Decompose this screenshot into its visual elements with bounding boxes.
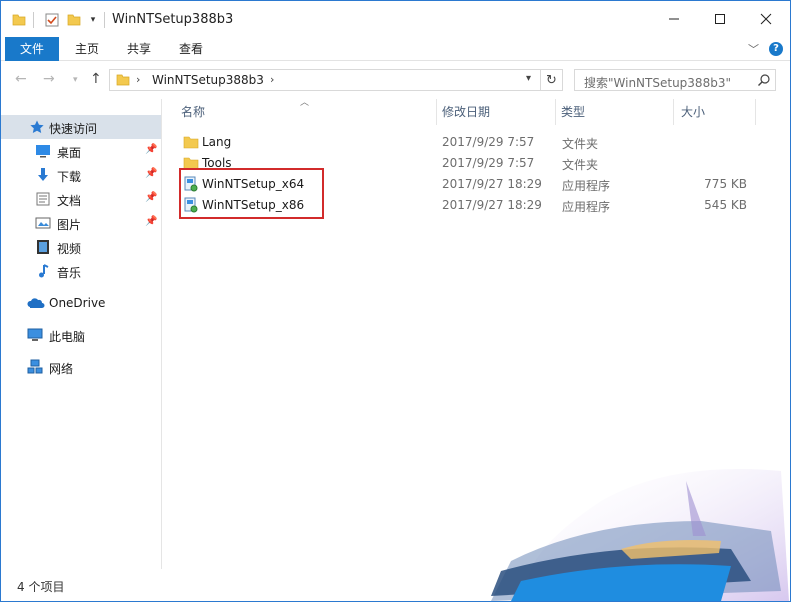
folder-icon[interactable] xyxy=(11,11,27,29)
column-divider[interactable] xyxy=(555,99,556,125)
file-name: Lang xyxy=(202,135,232,149)
sidebar-item-label: 音乐 xyxy=(57,266,82,280)
sidebar-item-network[interactable]: 网络 xyxy=(1,355,161,379)
file-type: 文件夹 xyxy=(562,158,599,172)
sidebar-item-label: 视频 xyxy=(57,242,82,256)
sidebar-item-label: 文档 xyxy=(57,194,82,208)
chevron-right-icon[interactable]: › xyxy=(136,73,140,86)
column-header-type[interactable]: 类型 xyxy=(561,99,585,125)
back-icon[interactable]: ← xyxy=(15,71,27,87)
video-icon xyxy=(35,239,51,255)
maximize-button[interactable] xyxy=(697,1,743,37)
forward-icon[interactable]: → xyxy=(43,71,55,87)
item-count: 4 个项目 xyxy=(17,580,65,594)
column-divider[interactable] xyxy=(755,99,756,125)
tab-share[interactable]: 共享 xyxy=(117,37,161,61)
sidebar-item-videos[interactable]: 视频 xyxy=(1,235,161,259)
file-date: 2017/9/29 7:57 xyxy=(442,135,535,149)
close-button[interactable] xyxy=(743,1,789,37)
sidebar-item-label: 快速访问 xyxy=(49,122,98,136)
breadcrumb[interactable]: WinNTSetup388b3 xyxy=(152,73,264,87)
desktop-icon xyxy=(35,143,51,159)
status-bar: 4 个项目 xyxy=(1,573,401,595)
window-title: WinNTSetup388b3 xyxy=(112,12,234,27)
star-icon xyxy=(29,119,45,135)
column-header-name[interactable]: 名称 xyxy=(181,99,205,125)
download-icon xyxy=(35,167,51,183)
sidebar-item-desktop[interactable]: 桌面 📌 xyxy=(1,139,161,163)
document-icon xyxy=(35,191,51,207)
file-date: 2017/9/29 7:57 xyxy=(442,156,535,170)
column-header-date[interactable]: 修改日期 xyxy=(442,99,490,125)
sidebar-item-label: 下载 xyxy=(57,170,82,184)
sidebar-item-downloads[interactable]: 下载 📌 xyxy=(1,163,161,187)
pin-icon[interactable]: 📌 xyxy=(145,192,157,203)
search-input[interactable]: 搜索"WinNTSetup388b3" xyxy=(574,69,776,91)
table-row[interactable]: Lang 2017/9/29 7:57 文件夹 xyxy=(175,132,775,153)
tab-home[interactable]: 主页 xyxy=(65,37,109,61)
file-type: 应用程序 xyxy=(562,200,611,214)
ribbon-tabs: 文件 主页 共享 查看 ﹀ ? xyxy=(1,37,790,61)
title-bar: ▾ WinNTSetup388b3 xyxy=(1,1,790,37)
address-row: ← → ▾ ↑ › WinNTSetup388b3 › ▾ ↻ 搜索"WinNT… xyxy=(1,63,790,97)
help-icon[interactable]: ? xyxy=(769,42,783,56)
onedrive-icon xyxy=(27,295,45,311)
navigation-pane: 快速访问 桌面 📌 下载 📌 文档 📌 图片 📌 视频 音乐 OneDrive … xyxy=(1,99,162,569)
expand-ribbon-icon[interactable]: ﹀ xyxy=(748,41,759,57)
highlight-box xyxy=(179,168,324,219)
file-size: 775 KB xyxy=(704,177,747,191)
sidebar-item-pictures[interactable]: 图片 📌 xyxy=(1,211,161,235)
address-bar[interactable]: › WinNTSetup388b3 › ▾ xyxy=(109,69,541,91)
computer-icon xyxy=(27,327,43,343)
file-size: 545 KB xyxy=(704,198,747,212)
file-date: 2017/9/27 18:29 xyxy=(442,177,542,191)
sidebar-item-label: OneDrive xyxy=(49,296,106,310)
pictures-icon xyxy=(35,215,51,231)
network-icon xyxy=(27,359,43,375)
file-type: 应用程序 xyxy=(562,179,611,193)
tab-file[interactable]: 文件 xyxy=(5,37,59,61)
close-icon xyxy=(760,13,772,25)
sidebar-item-quick-access[interactable]: 快速访问 xyxy=(1,115,161,139)
properties-icon[interactable] xyxy=(43,11,61,29)
chevron-down-icon[interactable]: ▾ xyxy=(526,73,531,84)
pin-icon[interactable]: 📌 xyxy=(145,168,157,179)
folder-icon xyxy=(116,73,130,90)
minimize-icon xyxy=(669,18,679,20)
sidebar-item-this-pc[interactable]: 此电脑 xyxy=(1,323,161,347)
background-artwork xyxy=(491,469,789,601)
column-header-size[interactable]: 大小 xyxy=(681,99,705,125)
up-icon[interactable]: ↑ xyxy=(90,71,102,87)
sidebar-item-label: 桌面 xyxy=(57,146,82,160)
pin-icon[interactable]: 📌 xyxy=(145,144,157,155)
chevron-right-icon[interactable]: › xyxy=(270,73,274,86)
pin-icon[interactable]: 📌 xyxy=(145,216,157,227)
column-divider[interactable] xyxy=(673,99,674,125)
music-icon xyxy=(35,263,51,279)
sidebar-item-music[interactable]: 音乐 xyxy=(1,259,161,283)
refresh-button[interactable]: ↻ xyxy=(541,69,563,91)
sidebar-item-label: 此电脑 xyxy=(49,330,86,344)
search-placeholder: 搜索"WinNTSetup388b3" xyxy=(584,76,731,90)
sidebar-item-documents[interactable]: 文档 📌 xyxy=(1,187,161,211)
sidebar-item-label: 图片 xyxy=(57,218,82,232)
new-folder-icon[interactable] xyxy=(66,11,82,29)
folder-icon xyxy=(183,134,199,150)
search-icon xyxy=(757,73,771,90)
maximize-icon xyxy=(715,14,725,24)
column-divider[interactable] xyxy=(436,99,437,125)
tab-view[interactable]: 查看 xyxy=(169,37,213,61)
explorer-window: ▾ WinNTSetup388b3 文件 主页 共享 查看 ﹀ ? ← → ▾ … xyxy=(0,0,791,602)
recent-locations-icon[interactable]: ▾ xyxy=(73,75,78,85)
minimize-button[interactable] xyxy=(651,1,697,37)
refresh-icon: ↻ xyxy=(546,72,557,88)
sort-ascending-icon: ︿ xyxy=(300,98,310,108)
sidebar-item-onedrive[interactable]: OneDrive xyxy=(1,291,161,315)
sidebar-item-label: 网络 xyxy=(49,362,74,376)
customize-toolbar-icon[interactable]: ▾ xyxy=(87,11,99,29)
file-type: 文件夹 xyxy=(562,137,599,151)
file-date: 2017/9/27 18:29 xyxy=(442,198,542,212)
